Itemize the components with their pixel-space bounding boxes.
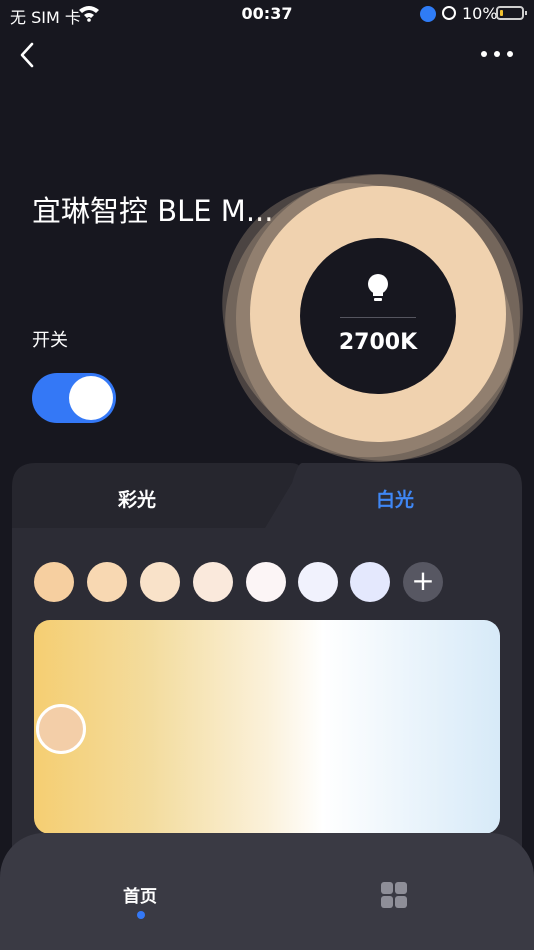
battery-percent: 10% [462, 4, 498, 23]
plus-icon: + [411, 564, 435, 597]
slider-handle[interactable] [36, 704, 86, 754]
preset-swatch-2[interactable] [87, 562, 127, 602]
ellipsis-icon [481, 51, 513, 57]
power-label: 开关 [32, 330, 68, 351]
tab-color-light[interactable]: 彩光 [118, 485, 156, 512]
mode-tab-bar [12, 463, 522, 533]
ring-center [300, 238, 456, 394]
preset-swatch-6[interactable] [298, 562, 338, 602]
back-button[interactable] [14, 38, 44, 72]
tab-white-light[interactable]: 白光 [376, 485, 414, 512]
bulb-icon [366, 274, 390, 304]
preset-swatch-3[interactable] [140, 562, 180, 602]
color-temperature-value: 2700K [338, 330, 418, 355]
power-toggle[interactable] [32, 373, 116, 423]
preset-swatch-1[interactable] [34, 562, 74, 602]
orientation-lock-icon [442, 6, 456, 20]
active-indicator [137, 911, 145, 919]
battery-icon [496, 6, 527, 20]
preset-swatch-7[interactable] [350, 562, 390, 602]
preset-swatch-4[interactable] [193, 562, 233, 602]
nav-grid-button[interactable] [381, 882, 407, 908]
divider [340, 317, 416, 318]
color-temperature-slider[interactable] [34, 620, 500, 834]
bottom-nav [0, 833, 534, 950]
status-bar: 无 SIM 卡 00:37 10% [0, 0, 534, 28]
add-preset-button[interactable]: + [403, 562, 443, 602]
chevron-left-icon [20, 42, 34, 68]
nav-home[interactable]: 首页 [110, 882, 170, 907]
toggle-knob [69, 376, 113, 420]
preset-swatch-5[interactable] [246, 562, 286, 602]
grid-icon [381, 882, 407, 908]
more-button[interactable] [478, 44, 518, 64]
location-icon [420, 6, 436, 22]
